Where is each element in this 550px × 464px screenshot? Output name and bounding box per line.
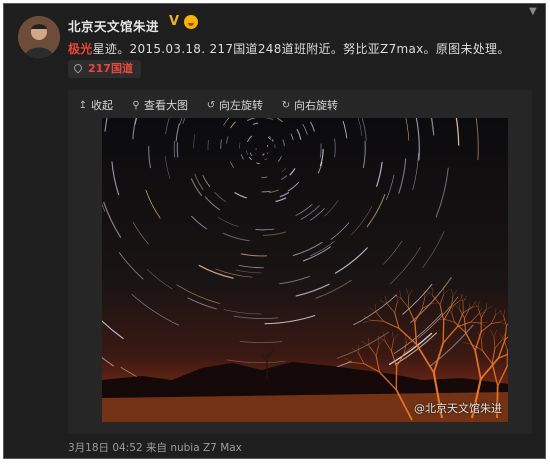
rotate-left-button[interactable]: ↺ 向左旋转: [206, 97, 263, 113]
verified-badge-icon: V: [169, 14, 180, 29]
post-highlight-link[interactable]: 极光: [68, 42, 93, 56]
collapse-button[interactable]: ↥ 收起: [78, 97, 113, 113]
rotate-right-button[interactable]: ↻ 向右旋转: [281, 97, 338, 113]
rotate-right-label: 向右旋转: [294, 99, 338, 112]
chevron-down-icon[interactable]: ▼: [529, 7, 539, 17]
post-body-text: 星迹。2015.03.18. 217国道248道班附近。努比亚Z7max。原图未…: [92, 42, 510, 56]
view-large-button[interactable]: ⚲ 查看大图: [131, 97, 188, 113]
star-trail-photo[interactable]: @北京天文馆朱进: [102, 118, 508, 422]
location-pin-icon: [72, 62, 84, 74]
author-name[interactable]: 北京天文馆朱进: [68, 16, 159, 35]
view-large-label: 查看大图: [144, 99, 188, 112]
arrow-up-icon: ↥: [78, 99, 88, 111]
magnifier-icon: ⚲: [132, 99, 140, 111]
collapse-label: 收起: [91, 99, 113, 112]
image-viewer: ↥ 收起 ⚲ 查看大图 ↺ 向左旋转 ↻ 向右旋转 @北京天文馆朱进: [68, 90, 532, 434]
location-tag[interactable]: 217国道: [68, 60, 141, 78]
weibo-post: 北京天文馆朱进 V ▼ 极光星迹。2015.03.18. 217国道248道班附…: [3, 3, 546, 459]
emoji-badge-icon: [184, 15, 198, 29]
photo-watermark: @北京天文馆朱进: [414, 402, 502, 415]
avatar[interactable]: [18, 16, 60, 58]
rotate-left-icon: ↺: [206, 99, 216, 111]
location-label: 217国道: [88, 62, 133, 75]
rotate-right-icon: ↻: [281, 99, 291, 111]
post-meta: 3月18日 04:52 来自 nubia Z7 Max: [68, 442, 242, 454]
image-toolbar: ↥ 收起 ⚲ 查看大图 ↺ 向左旋转 ↻ 向右旋转: [78, 96, 338, 114]
post-text: 极光星迹。2015.03.18. 217国道248道班附近。努比亚Z7max。原…: [68, 40, 510, 57]
rotate-left-label: 向左旋转: [219, 99, 263, 112]
